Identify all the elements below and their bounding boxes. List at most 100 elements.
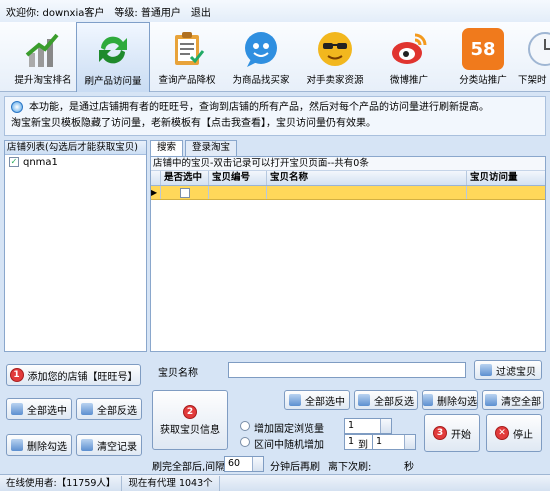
tool-check-demotion[interactable]: 查询产品降权 bbox=[150, 22, 224, 92]
invert-icon bbox=[81, 403, 93, 415]
tool-delist-time[interactable]: 下架时 bbox=[518, 22, 550, 92]
tool-label: 对手卖家资源 bbox=[306, 75, 364, 86]
grid-caption: 店铺中的宝贝-双击记录可以打开宝贝页面--共有0条 bbox=[151, 157, 545, 171]
radio-random-label: 区间中随机增加 bbox=[254, 440, 324, 451]
main-toolbar: 提升淘宝排名 刷产品访问量 查询产品降权 为商品找买家 对手卖家资源 微博推广 … bbox=[0, 22, 550, 92]
invert-label: 全部反选 bbox=[97, 405, 137, 417]
step-3-badge: 3 bbox=[433, 426, 447, 440]
delete-checked-products-button[interactable]: 删除勾选 bbox=[422, 390, 478, 410]
delete-label: 删除勾选 bbox=[27, 441, 67, 453]
radio-fixed-label: 增加固定浏览量 bbox=[254, 424, 324, 435]
add-shop-button[interactable]: 1 添加您的店铺【旺旺号】 bbox=[6, 364, 141, 386]
row-checkbox-cell[interactable] bbox=[161, 186, 209, 199]
clear-all-label: 清空全部 bbox=[501, 396, 541, 408]
grid-header: 是否选中 宝贝编号 宝贝名称 宝贝访问量 bbox=[151, 171, 545, 186]
interval-minutes-stepper[interactable]: 60 bbox=[224, 456, 264, 472]
select-all-label: 全部选中 bbox=[27, 405, 67, 417]
tool-weibo-promo[interactable]: 微博推广 bbox=[372, 22, 446, 92]
checkbox[interactable] bbox=[179, 187, 190, 198]
to-label: 到 bbox=[358, 440, 368, 451]
select-all-icon bbox=[289, 394, 301, 406]
get-product-info-button[interactable]: 2 获取宝贝信息 bbox=[152, 390, 228, 450]
tool-label: 查询产品降权 bbox=[158, 75, 216, 86]
tool-label: 为商品找买家 bbox=[232, 75, 290, 86]
filter-label: 过滤宝贝 bbox=[496, 366, 536, 378]
invert-shops-button[interactable]: 全部反选 bbox=[76, 398, 142, 420]
seconds-label: 秒 bbox=[404, 462, 414, 473]
radio-fixed[interactable] bbox=[240, 421, 250, 431]
add-shop-label: 添加您的店铺【旺旺号】 bbox=[27, 371, 138, 383]
stop-label: 停止 bbox=[513, 429, 533, 441]
info-panel: 本功能，是通过店铺拥有者的旺旺号，查询到店铺的所有产品，然后对每个产品的访问量进… bbox=[4, 96, 546, 136]
bar-chart-icon bbox=[22, 28, 64, 70]
table-row[interactable]: ▶ bbox=[151, 186, 545, 200]
interval-unit-label: 分钟后再刷 bbox=[270, 462, 320, 473]
row-name-cell bbox=[267, 186, 467, 199]
tab-login-taobao[interactable]: 登录淘宝 bbox=[185, 140, 238, 156]
random-to-stepper[interactable]: 1 bbox=[372, 434, 416, 450]
refresh-interval-label: 刷完全部后,间隔 bbox=[152, 462, 226, 473]
tab-search[interactable]: 搜索 bbox=[150, 140, 184, 156]
logout-link[interactable]: 退出 bbox=[191, 4, 211, 19]
radio-random[interactable] bbox=[240, 437, 250, 447]
product-grid-panel: 店铺中的宝贝-双击记录可以打开宝贝页面--共有0条 是否选中 宝贝编号 宝贝名称… bbox=[150, 156, 546, 352]
top-bar: 欢迎你: downxia客户 等级: 普通用户 退出 bbox=[0, 0, 550, 22]
fixed-amount-stepper[interactable]: 1 bbox=[344, 418, 392, 434]
stop-button[interactable]: ✕ 停止 bbox=[486, 414, 542, 452]
info-icon bbox=[11, 101, 23, 113]
get-info-label: 获取宝贝信息 bbox=[160, 424, 220, 436]
filter-products-button[interactable]: 过滤宝贝 bbox=[474, 360, 542, 380]
delete-label: 删除勾选 bbox=[437, 396, 477, 408]
col-product-id[interactable]: 宝贝编号 bbox=[209, 171, 267, 185]
delete-icon bbox=[11, 439, 23, 451]
info-line-2: 淘宝新宝贝模板隐藏了访问量，老新模板有【点击我查看】，宝贝访问量仍有效果。 bbox=[11, 118, 376, 129]
next-refresh-label: 离下次刷: bbox=[328, 462, 372, 473]
invert-products-button[interactable]: 全部反选 bbox=[354, 390, 418, 410]
online-users: 在线使用者:【11759人】 bbox=[0, 475, 123, 491]
delete-checked-shops-button[interactable]: 删除勾选 bbox=[6, 434, 72, 456]
product-name-label: 宝贝名称 bbox=[158, 368, 198, 379]
tool-competitor-resources[interactable]: 对手卖家资源 bbox=[298, 22, 372, 92]
col-selected[interactable]: 是否选中 bbox=[161, 171, 209, 185]
product-grid[interactable]: 是否选中 宝贝编号 宝贝名称 宝贝访问量 ▶ bbox=[151, 171, 545, 200]
chat-bubble-icon bbox=[240, 28, 282, 70]
row-pointer-icon: ▶ bbox=[151, 186, 161, 199]
green-arrows-icon bbox=[92, 29, 134, 71]
shop-list-item[interactable]: ✓ qnma1 bbox=[5, 155, 146, 169]
tool-label: 微博推广 bbox=[389, 75, 428, 86]
weibo-icon bbox=[388, 28, 430, 70]
filter-icon bbox=[480, 364, 492, 376]
proxy-count: 现在有代理 1043个 bbox=[122, 475, 220, 491]
row-id-cell bbox=[209, 186, 267, 199]
tool-label: 提升淘宝排名 bbox=[14, 75, 72, 86]
status-bar: 在线使用者:【11759人】 现在有代理 1043个 bbox=[0, 474, 550, 491]
clear-icon bbox=[81, 439, 93, 451]
col-product-name[interactable]: 宝贝名称 bbox=[267, 171, 467, 185]
select-all-shops-button[interactable]: 全部选中 bbox=[6, 398, 72, 420]
select-all-label: 全部选中 bbox=[305, 396, 345, 408]
tool-label: 刷产品访问量 bbox=[84, 76, 142, 87]
select-all-icon bbox=[11, 403, 23, 415]
start-label: 开始 bbox=[451, 429, 471, 441]
col-visits[interactable]: 宝贝访问量 bbox=[467, 171, 545, 185]
start-button[interactable]: 3 开始 bbox=[424, 414, 480, 452]
tool-product-visits[interactable]: 刷产品访问量 bbox=[76, 22, 150, 92]
clear-records-button[interactable]: 清空记录 bbox=[76, 434, 142, 456]
tool-category-promo[interactable]: 58 分类站推广 bbox=[446, 22, 520, 92]
step-2-badge: 2 bbox=[183, 404, 197, 419]
welcome-text: 欢迎你: downxia客户 bbox=[6, 7, 105, 19]
clock-icon bbox=[524, 28, 550, 70]
shop-list-header: 店铺列表(勾选后才能获取宝贝) bbox=[5, 141, 146, 155]
product-name-input[interactable] bbox=[228, 362, 466, 378]
tool-boost-ranking[interactable]: 提升淘宝排名 bbox=[6, 22, 80, 92]
invert-icon bbox=[358, 394, 370, 406]
select-all-products-button[interactable]: 全部选中 bbox=[284, 390, 350, 410]
clear-icon bbox=[485, 394, 497, 406]
invert-label: 全部反选 bbox=[374, 396, 414, 408]
clipboard-icon bbox=[166, 28, 208, 70]
clear-all-products-button[interactable]: 清空全部 bbox=[482, 390, 544, 410]
tool-find-buyers[interactable]: 为商品找买家 bbox=[224, 22, 298, 92]
tab-bar: 搜索 登录淘宝 bbox=[150, 140, 239, 156]
user-level: 等级: 普通用户 bbox=[114, 7, 181, 19]
checkbox[interactable]: ✓ bbox=[9, 157, 19, 167]
